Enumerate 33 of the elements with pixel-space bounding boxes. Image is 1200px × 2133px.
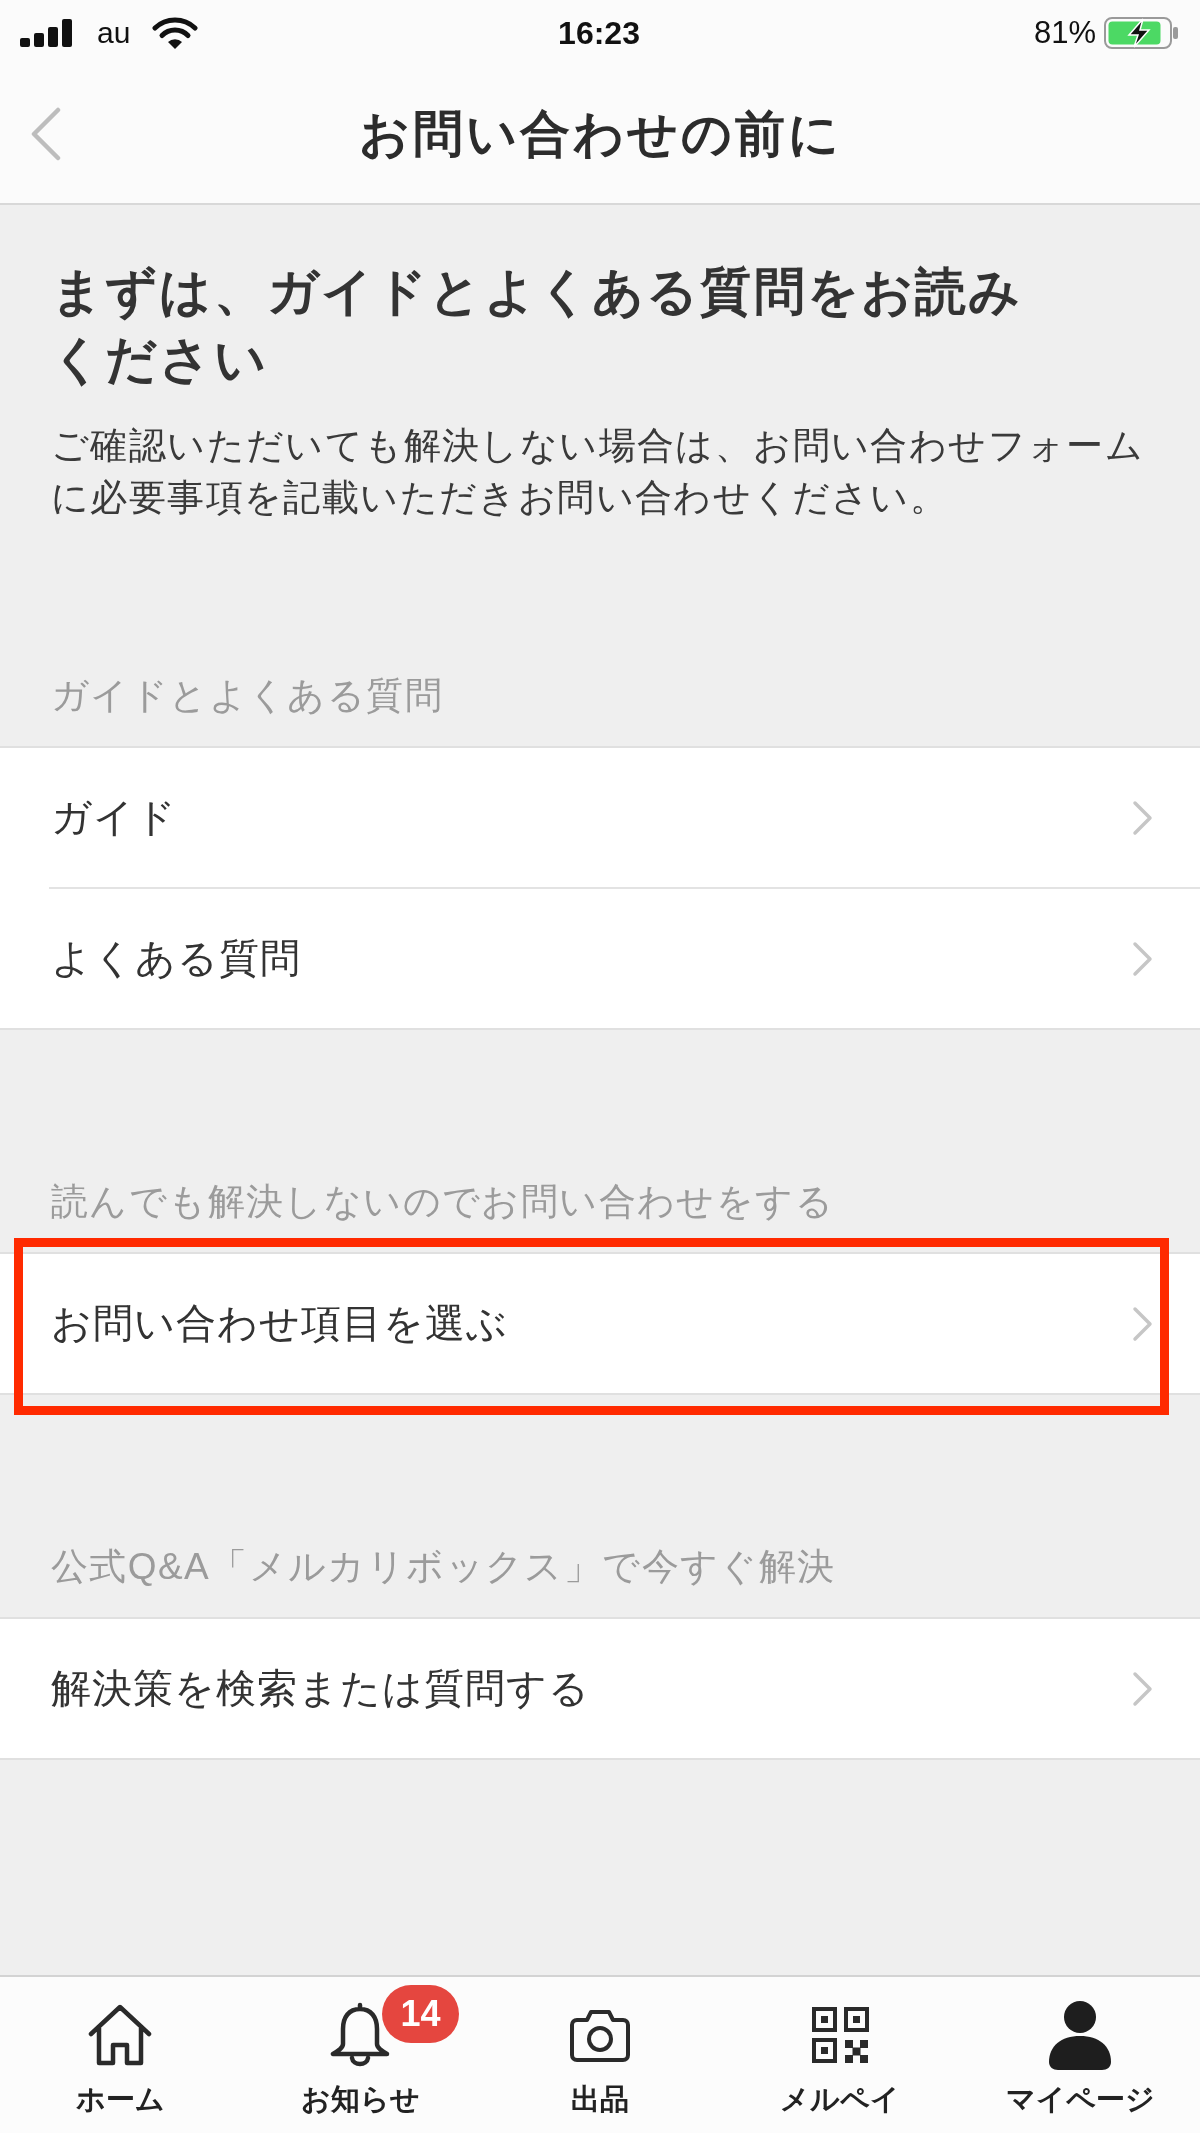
home-icon	[87, 2003, 153, 2067]
status-time: 16:23	[558, 16, 640, 49]
chevron-right-icon	[1132, 1670, 1154, 1707]
carrier-name: au	[97, 17, 131, 48]
list-item[interactable]: お問い合わせ項目を選ぶ	[0, 1254, 1200, 1393]
list-item[interactable]: よくある質問	[0, 889, 1200, 1028]
person-icon	[1047, 2000, 1113, 2070]
wifi-icon	[152, 15, 199, 50]
intro-heading: まずは、ガイドとよくある質問をお読みください	[51, 262, 1024, 390]
qr-code-icon	[811, 2007, 869, 2063]
intro-text: ご確認いただいても解決しない場合は、お問い合わせフォームに必要事項を記載いただきお問い合わせください。	[51, 424, 1146, 520]
chevron-right-icon	[1132, 799, 1154, 836]
section-header: ガイドとよくある質問	[51, 674, 443, 718]
notification-badge: 14	[382, 1985, 459, 2043]
chevron-right-icon	[1132, 1305, 1154, 1342]
back-icon	[30, 107, 62, 161]
section-header: 公式Q&A「メルカリボックス」で今すぐ解決	[51, 1545, 836, 1589]
tab-button[interactable]: 14 お知らせ	[240, 1977, 480, 2133]
camera-icon	[569, 2008, 631, 2062]
list-item[interactable]: 解決策を検索または質問する	[0, 1619, 1200, 1758]
section-header: 読んでも解決しないのでお問い合わせをする	[51, 1180, 834, 1224]
tab-button[interactable]: マイページ	[960, 1977, 1200, 2133]
signal-icon	[20, 18, 75, 47]
list-item[interactable]: ガイド	[0, 748, 1200, 887]
bell-icon	[328, 2002, 392, 2068]
back-button[interactable]	[30, 107, 62, 161]
tab-button[interactable]: メルペイ	[720, 1977, 960, 2133]
tab-button[interactable]: ホーム	[0, 1977, 240, 2133]
chevron-right-icon	[1132, 940, 1154, 977]
page-title: お問い合わせの前に	[358, 105, 842, 164]
battery-charging-icon	[1104, 16, 1178, 49]
tab-button[interactable]: 出品	[480, 1977, 720, 2133]
battery-percent: 81%	[1033, 17, 1096, 48]
